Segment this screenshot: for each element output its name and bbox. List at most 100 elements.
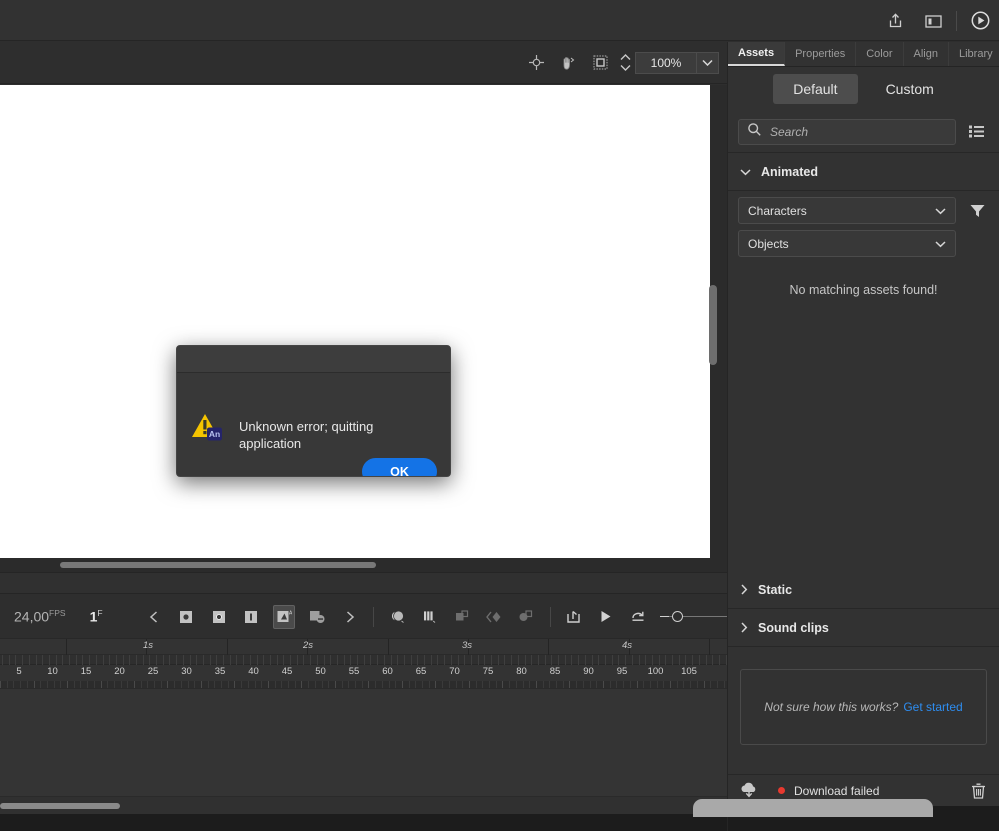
ruler-frame-cell[interactable] bbox=[610, 681, 611, 688]
ruler-frame-cell[interactable] bbox=[295, 681, 296, 688]
play-circle-icon[interactable] bbox=[961, 0, 999, 41]
section-static[interactable]: Static bbox=[728, 571, 999, 609]
ruler-frame-cell[interactable] bbox=[167, 681, 168, 688]
ruler-frame-cell[interactable] bbox=[141, 681, 142, 688]
ruler-frame-cell[interactable] bbox=[174, 681, 175, 688]
tab-properties[interactable]: Properties bbox=[785, 42, 856, 66]
play-button[interactable] bbox=[596, 606, 616, 628]
ruler-frame-cell[interactable] bbox=[704, 681, 705, 688]
tab-color[interactable]: Color bbox=[856, 42, 903, 66]
trash-icon[interactable] bbox=[967, 780, 989, 802]
ruler-frame-cell[interactable] bbox=[80, 681, 81, 688]
ruler-frame-cell[interactable] bbox=[281, 681, 282, 688]
list-view-toggle-icon[interactable] bbox=[965, 120, 989, 144]
segment-custom[interactable]: Custom bbox=[866, 74, 954, 104]
section-sound-clips[interactable]: Sound clips bbox=[728, 609, 999, 647]
hand-tool-icon[interactable] bbox=[554, 50, 582, 76]
insert-blank-keyframe-button[interactable] bbox=[208, 606, 228, 628]
ruler-frame-cell[interactable] bbox=[27, 681, 28, 688]
ruler-frame-cell[interactable] bbox=[161, 681, 162, 688]
search-box[interactable] bbox=[738, 119, 956, 145]
ruler-frame-cell[interactable] bbox=[188, 681, 189, 688]
ruler-frame-cell[interactable] bbox=[47, 681, 48, 688]
ruler-frame-cell[interactable] bbox=[322, 681, 323, 688]
ruler-frame-cell[interactable] bbox=[261, 681, 262, 688]
presentation-icon[interactable] bbox=[914, 0, 952, 41]
ruler-frame-cell[interactable] bbox=[643, 681, 644, 688]
tab-library[interactable]: Library bbox=[949, 42, 999, 66]
ruler-frame-cell[interactable] bbox=[134, 681, 135, 688]
ruler-frame-cell[interactable] bbox=[469, 681, 470, 688]
ruler-frame-cell[interactable] bbox=[502, 681, 503, 688]
ruler-frame-cell[interactable] bbox=[234, 681, 235, 688]
ruler-frame-cell[interactable] bbox=[717, 681, 718, 688]
ruler-frame-cell[interactable] bbox=[147, 681, 148, 688]
ruler-frame-cell[interactable] bbox=[375, 681, 376, 688]
share-icon[interactable] bbox=[876, 0, 914, 41]
ruler-frame-cell[interactable] bbox=[308, 681, 309, 688]
ruler-frame-cell[interactable] bbox=[677, 681, 678, 688]
ruler-frame-cell[interactable] bbox=[402, 681, 403, 688]
ruler-frame-cell[interactable] bbox=[7, 681, 8, 688]
ruler-frame-cell[interactable] bbox=[201, 681, 202, 688]
ruler-frame-cell[interactable] bbox=[288, 681, 289, 688]
ruler-frame-cell[interactable] bbox=[208, 681, 209, 688]
previous-keyframe-button[interactable] bbox=[144, 606, 164, 628]
ruler-frame-cell[interactable] bbox=[121, 681, 122, 688]
ruler-frame-cell[interactable] bbox=[0, 681, 1, 688]
dropdown-characters[interactable]: Characters bbox=[738, 197, 956, 224]
ruler-frame-cell[interactable] bbox=[248, 681, 249, 688]
ruler-frame-cell[interactable] bbox=[342, 681, 343, 688]
ruler-frame-cell[interactable] bbox=[154, 681, 155, 688]
ruler-frame-cell[interactable] bbox=[114, 681, 115, 688]
ruler-frame-cell[interactable] bbox=[637, 681, 638, 688]
ruler-frame-cell[interactable] bbox=[368, 681, 369, 688]
ruler-frame-cell[interactable] bbox=[328, 681, 329, 688]
ruler-frame-cell[interactable] bbox=[563, 681, 564, 688]
ruler-frame-cell[interactable] bbox=[690, 681, 691, 688]
ruler-frame-cell[interactable] bbox=[489, 681, 490, 688]
ruler-frame-cell[interactable] bbox=[40, 681, 41, 688]
ruler-frame-cell[interactable] bbox=[74, 681, 75, 688]
ruler-frame-cell[interactable] bbox=[34, 681, 35, 688]
ruler-frame-cell[interactable] bbox=[429, 681, 430, 688]
ruler-frame-cell[interactable] bbox=[556, 681, 557, 688]
ruler-frame-cell[interactable] bbox=[181, 681, 182, 688]
fps-indicator[interactable]: 24,00FPS bbox=[14, 608, 66, 625]
ruler-frame-cell[interactable] bbox=[442, 681, 443, 688]
ruler-frame-cell[interactable] bbox=[616, 681, 617, 688]
advanced-onion-button[interactable] bbox=[516, 606, 536, 628]
stage-horizontal-scrollbar-thumb[interactable] bbox=[60, 562, 376, 568]
ruler-frame-cell[interactable] bbox=[670, 681, 671, 688]
ruler-frame-cell[interactable] bbox=[60, 681, 61, 688]
slider-knob[interactable] bbox=[672, 611, 683, 622]
ruler-frame-cell[interactable] bbox=[389, 681, 390, 688]
ruler-frame-cell[interactable] bbox=[724, 681, 725, 688]
ruler-frame-cell[interactable] bbox=[476, 681, 477, 688]
ruler-frame-cell[interactable] bbox=[462, 681, 463, 688]
tab-align[interactable]: Align bbox=[904, 42, 949, 66]
chevron-down-icon[interactable] bbox=[697, 52, 719, 74]
ruler-frame-cell[interactable] bbox=[657, 681, 658, 688]
ruler-frame-cell[interactable] bbox=[362, 681, 363, 688]
ruler-frame-cell[interactable] bbox=[583, 681, 584, 688]
ruler-frame-cell[interactable] bbox=[221, 681, 222, 688]
ruler-frame-cell[interactable] bbox=[710, 681, 711, 688]
loop-button[interactable] bbox=[628, 606, 648, 628]
ruler-frame-cell[interactable] bbox=[590, 681, 591, 688]
ruler-frame-cell[interactable] bbox=[435, 681, 436, 688]
ruler-frame-cell[interactable] bbox=[569, 681, 570, 688]
ruler-frame-cell[interactable] bbox=[529, 681, 530, 688]
ruler-frame-cell[interactable] bbox=[268, 681, 269, 688]
ruler-frame-cell[interactable] bbox=[107, 681, 108, 688]
ruler-frame-cell[interactable] bbox=[101, 681, 102, 688]
current-frame-indicator[interactable]: 1F bbox=[90, 608, 103, 625]
ruler-frame-cell[interactable] bbox=[596, 681, 597, 688]
ruler-frame-cell[interactable] bbox=[496, 681, 497, 688]
ok-button[interactable]: OK bbox=[362, 458, 437, 477]
insert-keyframe-button[interactable] bbox=[176, 606, 196, 628]
onion-skin-outlines-button[interactable] bbox=[419, 606, 439, 628]
stage-vertical-scrollbar-thumb[interactable] bbox=[709, 285, 717, 365]
ruler-frame-cell[interactable] bbox=[663, 681, 664, 688]
ruler-frame-cell[interactable] bbox=[456, 681, 457, 688]
